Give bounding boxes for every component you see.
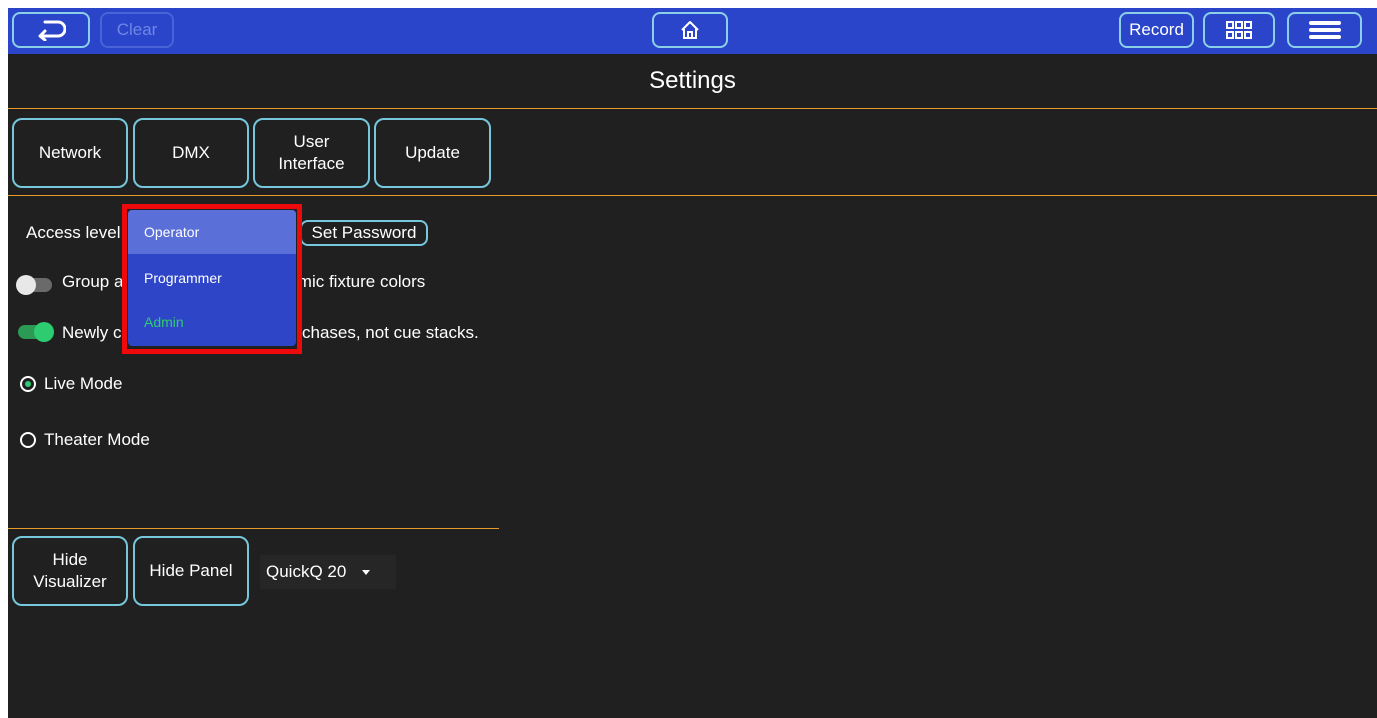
device-select-value: QuickQ 20: [266, 562, 347, 581]
theater-mode-label: Theater Mode: [44, 430, 150, 449]
theater-mode-radio[interactable]: [20, 432, 36, 448]
tab-update[interactable]: Update: [374, 118, 491, 188]
group-colors-label-start: Group a: [62, 272, 124, 291]
group-colors-label-end: imic fixture colors: [294, 272, 426, 291]
tab-user-interface-label-line2: Interface: [278, 154, 345, 173]
grid-view-button[interactable]: [1203, 12, 1275, 48]
grid-icon: [1226, 21, 1252, 39]
toggle-knob: [16, 275, 36, 295]
toggle-knob: [34, 322, 54, 342]
hide-visualizer-button[interactable]: Hide Visualizer: [12, 536, 128, 606]
access-level-dropdown[interactable]: Operator Programmer Admin: [128, 210, 296, 346]
access-level-label: Access level: [26, 223, 121, 242]
home-icon: [681, 21, 699, 39]
app-frame: Clear Record Settings Network DMX User I…: [8, 8, 1377, 718]
tab-network-label: Network: [38, 143, 102, 162]
home-button[interactable]: [652, 12, 728, 48]
chevron-down-icon: [362, 569, 371, 575]
tab-user-interface-label-line1: User: [293, 132, 330, 151]
menu-button[interactable]: [1287, 12, 1362, 48]
top-bar: Clear Record: [8, 8, 1377, 54]
hamburger-menu-icon: [1308, 21, 1341, 39]
dropdown-option-programmer[interactable]: Programmer: [128, 256, 296, 300]
option-label: Programmer: [144, 270, 222, 286]
hide-panel-button[interactable]: Hide Panel: [133, 536, 249, 606]
live-mode-label: Live Mode: [44, 374, 123, 393]
page-title: Settings: [649, 67, 736, 94]
title-divider: [8, 108, 1377, 109]
clear-button[interactable]: Clear: [100, 12, 174, 48]
set-password-button[interactable]: Set Password: [300, 220, 428, 246]
back-button[interactable]: [12, 12, 90, 48]
hide-panel-label: Hide Panel: [149, 561, 233, 580]
tab-network[interactable]: Network: [12, 118, 128, 188]
device-select[interactable]: QuickQ 20: [260, 555, 396, 589]
tab-dmx[interactable]: DMX: [133, 118, 249, 188]
return-arrow-icon: [38, 20, 66, 41]
dropdown-option-admin[interactable]: Admin: [128, 300, 296, 344]
tab-update-label: Update: [405, 143, 460, 162]
tab-dmx-label: DMX: [172, 143, 210, 162]
option-label: Operator: [144, 224, 200, 240]
option-label: Admin: [144, 314, 184, 330]
live-mode-radio[interactable]: [20, 376, 36, 392]
dropdown-option-operator[interactable]: Operator: [128, 210, 296, 254]
tabs-divider: [8, 195, 1377, 196]
bottom-divider: [8, 528, 499, 529]
newly-created-label-end: chases, not cue stacks.: [302, 323, 479, 342]
record-button[interactable]: Record: [1119, 12, 1194, 48]
tab-user-interface[interactable]: User Interface: [253, 118, 370, 188]
hide-visualizer-line1: Hide: [52, 550, 88, 569]
set-password-label: Set Password: [311, 223, 417, 242]
record-label: Record: [1129, 20, 1184, 39]
clear-label: Clear: [116, 20, 158, 39]
group-colors-toggle[interactable]: [16, 275, 52, 295]
newly-created-toggle[interactable]: [18, 322, 54, 342]
radio-selected-dot: [25, 381, 31, 387]
hide-visualizer-line2: Visualizer: [33, 572, 107, 591]
newly-created-label-start: Newly c: [62, 323, 122, 342]
